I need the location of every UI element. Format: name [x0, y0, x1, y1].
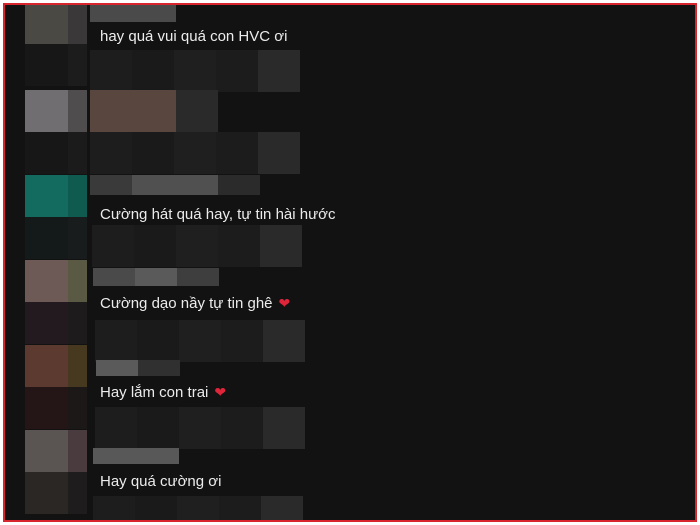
avatar-placeholder	[25, 387, 87, 429]
username-blurred[interactable]	[90, 90, 218, 132]
comment-item: hay quá vui quá con HVC ơi	[5, 5, 695, 92]
username-blurred[interactable]	[90, 5, 176, 22]
username-blurred[interactable]	[96, 360, 180, 376]
comment-text: Cường hát quá hay, tự tin hài hước	[100, 205, 335, 225]
avatar[interactable]	[25, 430, 87, 472]
comment-feed: hay quá vui quá con HVC ơi Cường hát quá…	[3, 3, 697, 522]
comment-actions-blurred[interactable]	[90, 132, 300, 174]
avatar-placeholder	[25, 44, 87, 86]
avatar-placeholder	[25, 217, 87, 259]
avatar-placeholder	[25, 302, 87, 344]
comment-actions-blurred[interactable]	[93, 496, 303, 520]
avatar-placeholder	[25, 132, 87, 174]
avatar[interactable]	[25, 260, 87, 302]
comment-item	[5, 90, 695, 178]
username-blurred[interactable]	[93, 268, 219, 286]
heart-icon: ❤	[278, 296, 291, 312]
comment-text: hay quá vui quá con HVC ơi	[100, 27, 287, 47]
avatar[interactable]	[25, 175, 87, 217]
comment-text: Hay quá cường ơi	[100, 472, 221, 492]
avatar[interactable]	[25, 345, 87, 387]
comment-text-content: Cường dạo nầy tự tin ghê	[100, 295, 273, 312]
comment-text: Cường dạo nầy tự tin ghê ❤	[100, 294, 290, 314]
comment-actions-blurred[interactable]	[90, 50, 300, 92]
comment-item: Cường hát quá hay, tự tin hài hước	[5, 175, 695, 267]
comment-text-content: hay quá vui quá con HVC ơi	[100, 28, 288, 45]
comment-text: Hay lắm con trai ❤	[100, 383, 226, 403]
comment-item: Hay quá cường ơi	[5, 430, 695, 520]
comment-item: Cường dạo nầy tự tin ghê ❤	[5, 260, 695, 362]
avatar[interactable]	[25, 90, 87, 132]
username-blurred[interactable]	[93, 448, 179, 464]
comment-text-content: Hay quá cường ơi	[100, 473, 222, 490]
username-blurred[interactable]	[90, 175, 260, 195]
comment-text-content: Cường hát quá hay, tự tin hài hước	[100, 206, 336, 223]
heart-icon: ❤	[214, 385, 227, 401]
comment-item: Hay lắm con trai ❤	[5, 345, 695, 449]
avatar-placeholder	[25, 472, 87, 514]
avatar[interactable]	[25, 5, 87, 44]
comment-text-content: Hay lắm con trai	[100, 384, 209, 401]
